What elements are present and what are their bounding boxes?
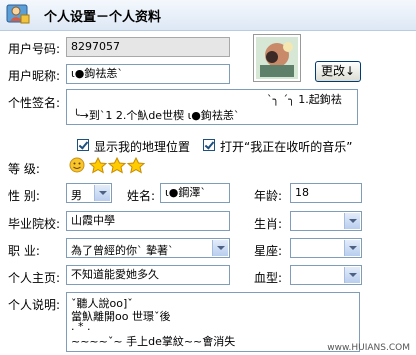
nickname-field[interactable]: ι●鉤祛恙` [66, 64, 230, 84]
zodiac-label: 生肖: [254, 217, 283, 231]
job-label: 职 业: [8, 244, 40, 258]
bio-label: 个人说明: [8, 298, 61, 312]
zodiac-select[interactable] [290, 211, 362, 231]
page-header: 个人设置－个人资料 [0, 0, 416, 31]
show-location-label: 显示我的地理位置 [94, 140, 191, 154]
blood-select[interactable] [290, 265, 362, 285]
gender-label: 性 别: [8, 189, 40, 203]
watermark: www.HUIANS.COM [327, 343, 410, 353]
job-value: 為了曾經的你` 摯著` [71, 244, 174, 257]
avatar-image [256, 37, 298, 79]
star-icon [107, 156, 127, 174]
change-button[interactable]: 更改↓ [315, 61, 361, 82]
star-icon [126, 156, 146, 174]
homepage-label: 个人主页: [8, 271, 61, 285]
constellation-label: 星座: [254, 244, 283, 258]
show-music-checkbox[interactable] [203, 139, 215, 151]
signature-textarea[interactable]: ˋ╮ ˊ╮ 1.起鉤祛 ╰→到`1 2.个魞de世楔 ι●鉤祛恙` [66, 89, 358, 125]
level-indicator [69, 156, 146, 174]
signature-line-1: ˋ╮ ˊ╮ 1.起鉤祛 [267, 93, 342, 106]
job-select[interactable]: 為了曾經的你` 摯著` [66, 238, 230, 258]
chevron-down-icon [212, 240, 228, 256]
gender-select[interactable]: 男 [66, 183, 112, 203]
school-field[interactable]: 山霞中學 [66, 211, 230, 231]
chevron-down-icon [94, 185, 110, 201]
name-field[interactable]: ι●鋼澤` [160, 183, 230, 203]
user-id-field: 8297057 [66, 37, 230, 57]
bio-textarea[interactable]: ˇ聽人說oo]ˇ 當魞離開oo 世璟ˇ後 . * . ~~~~ˇ~ 手上de掌紋… [66, 292, 360, 352]
age-field[interactable]: 18 [290, 183, 362, 203]
sun-icon [69, 157, 85, 173]
signature-label: 个性签名: [8, 96, 61, 110]
page-title: 个人设置－个人资料 [44, 10, 162, 25]
gender-value: 男 [71, 189, 82, 202]
level-label: 等 级: [8, 162, 40, 176]
age-label: 年龄: [254, 189, 283, 203]
user-id-label: 用户号码: [8, 42, 61, 56]
show-location-checkbox[interactable] [77, 139, 89, 151]
chevron-down-icon [344, 240, 360, 256]
show-music-label: 打开“我正在收听的音乐” [220, 140, 353, 154]
chevron-down-icon [344, 267, 360, 283]
constellation-select[interactable] [290, 238, 362, 258]
nickname-label: 用户昵称: [8, 69, 61, 83]
blood-label: 血型: [254, 271, 283, 285]
chevron-down-icon [344, 213, 360, 229]
signature-line-2: ╰→到`1 2.个魞de世楔 ι●鉤祛恙` [73, 109, 240, 122]
user-settings-icon [6, 4, 30, 24]
homepage-field[interactable]: 不知道能愛她多久 [66, 265, 230, 285]
bio-line-4: ~~~~ˇ~ 手上de掌紋~~會消失 [71, 335, 236, 348]
star-icon [88, 156, 108, 174]
name-label: 姓名: [127, 189, 156, 203]
avatar[interactable] [253, 34, 301, 82]
school-label: 毕业院校: [8, 217, 61, 231]
bio-line-3: . * . [71, 320, 91, 333]
